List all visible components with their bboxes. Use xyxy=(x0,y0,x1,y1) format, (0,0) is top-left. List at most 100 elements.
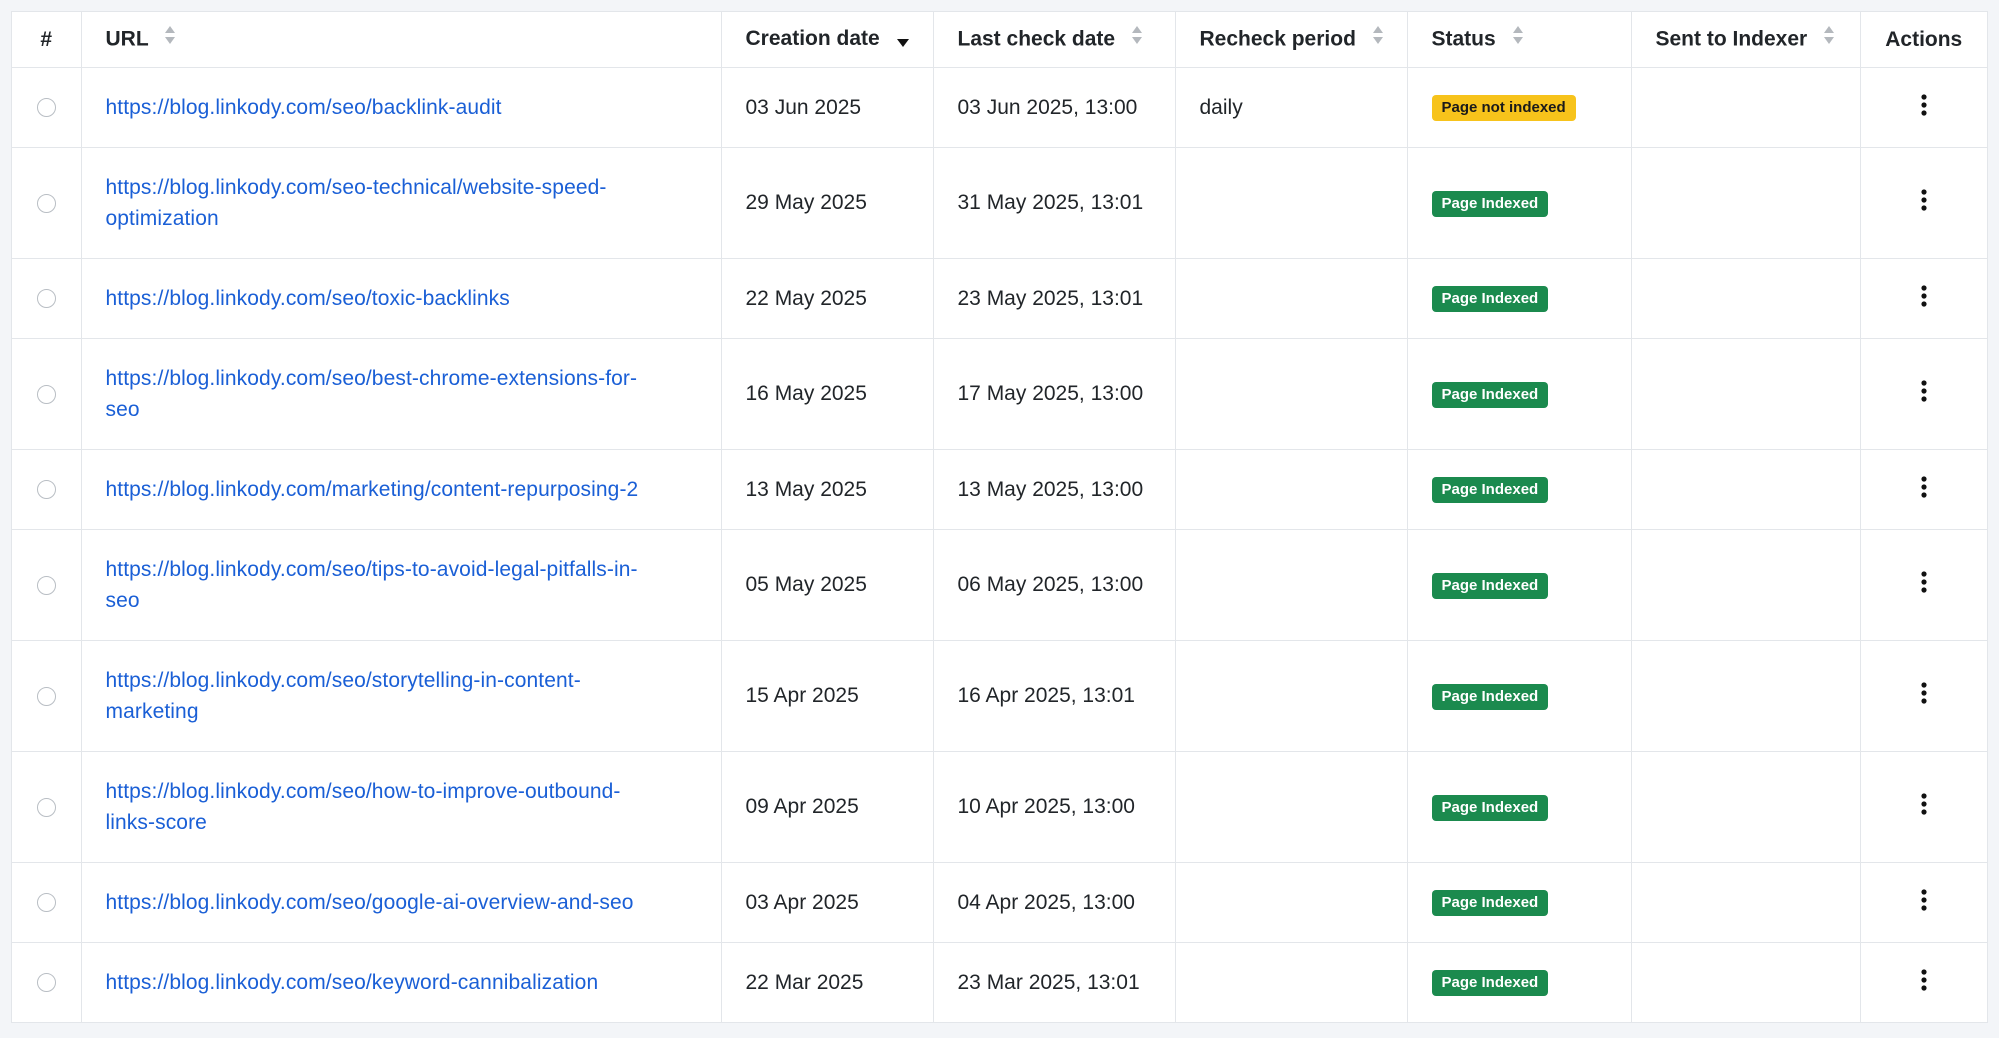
last-check-date-cell: 31 May 2025, 13:01 xyxy=(933,147,1176,259)
url-link[interactable]: https://blog.linkody.com/seo/keyword-can… xyxy=(106,967,721,998)
recheck-period-cell xyxy=(1175,942,1408,1022)
status-cell: Page Indexed xyxy=(1407,258,1632,339)
sort-both-icon[interactable] xyxy=(1372,25,1384,51)
url-link[interactable]: https://blog.linkody.com/seo-technical/w… xyxy=(106,172,721,234)
more-actions-icon[interactable] xyxy=(1920,571,1928,599)
row-select-radio[interactable] xyxy=(36,98,56,118)
last-check-date-cell: 13 May 2025, 13:00 xyxy=(933,449,1176,530)
more-actions-icon[interactable] xyxy=(1920,682,1928,710)
url-cell: https://blog.linkody.com/seo/backlink-au… xyxy=(81,67,722,148)
row-select-radio[interactable] xyxy=(36,575,56,595)
more-actions-icon[interactable] xyxy=(1920,888,1928,917)
sent-to-indexer-cell xyxy=(1631,640,1861,752)
url-link[interactable]: https://blog.linkody.com/seo/how-to-impr… xyxy=(106,776,721,838)
url-link-line: https://blog.linkody.com/seo/google-ai-o… xyxy=(105,891,634,914)
url-link[interactable]: https://blog.linkody.com/seo/backlink-au… xyxy=(106,92,721,123)
sort-both-icon[interactable] xyxy=(1823,25,1835,51)
more-actions-icon[interactable] xyxy=(1920,793,1928,821)
url-link-line: https://blog.linkody.com/seo/toxic-backl… xyxy=(105,287,510,310)
table-row: https://blog.linkody.com/marketing/conte… xyxy=(12,449,1987,530)
url-link-line: marketing xyxy=(105,700,199,723)
recheck-period-cell xyxy=(1175,449,1408,530)
row-select-radio[interactable] xyxy=(36,686,56,706)
creation-date-cell: 29 May 2025 xyxy=(721,147,934,259)
url-link[interactable]: https://blog.linkody.com/seo/tips-to-avo… xyxy=(106,554,721,616)
url-link[interactable]: https://blog.linkody.com/seo/toxic-backl… xyxy=(106,283,721,314)
last-check-date-cell: 04 Apr 2025, 13:00 xyxy=(933,862,1176,943)
row-select-radio[interactable] xyxy=(36,973,56,993)
more-actions-icon[interactable] xyxy=(1920,93,1928,122)
more-actions-icon[interactable] xyxy=(1920,475,1928,504)
last-check-date-cell: 10 Apr 2025, 13:00 xyxy=(933,751,1176,863)
table-row: https://blog.linkody.com/seo/keyword-can… xyxy=(12,942,1987,1022)
column-header-recheck-period-label: Recheck period xyxy=(1199,27,1356,51)
sent-to-indexer-cell xyxy=(1631,449,1861,530)
column-header-last-check-date[interactable]: Last check date xyxy=(933,12,1176,68)
more-actions-icon[interactable] xyxy=(1920,968,1928,997)
url-cell: https://blog.linkody.com/seo/best-chrome… xyxy=(81,338,722,450)
column-header-sent-to-indexer[interactable]: Sent to Indexer xyxy=(1631,12,1861,68)
column-header-status-label: Status xyxy=(1431,27,1496,51)
url-cell: https://blog.linkody.com/seo/how-to-impr… xyxy=(81,751,722,863)
sort-descending-icon[interactable] xyxy=(896,30,910,54)
url-link-line: https://blog.linkody.com/seo-technical/w… xyxy=(105,176,607,199)
url-cell: https://blog.linkody.com/marketing/conte… xyxy=(81,449,722,530)
table-row: https://blog.linkody.com/seo/google-ai-o… xyxy=(12,862,1987,943)
row-select-radio[interactable] xyxy=(36,893,56,913)
sort-both-icon[interactable] xyxy=(164,25,176,51)
url-link-line: https://blog.linkody.com/marketing/conte… xyxy=(105,478,639,501)
actions-cell xyxy=(1860,529,1987,641)
column-header-creation-date[interactable]: Creation date xyxy=(721,12,934,68)
table-header-row: # URL Creation date Last check date Rech… xyxy=(12,12,1987,68)
column-header-recheck-period[interactable]: Recheck period xyxy=(1175,12,1408,68)
row-select-cell xyxy=(12,338,82,450)
row-select-cell xyxy=(12,942,82,1022)
actions-cell xyxy=(1860,338,1987,450)
row-select-radio[interactable] xyxy=(36,480,56,500)
recheck-period-cell xyxy=(1175,862,1408,943)
status-cell: Page Indexed xyxy=(1407,338,1632,450)
url-link[interactable]: https://blog.linkody.com/seo/google-ai-o… xyxy=(106,887,721,918)
row-select-radio[interactable] xyxy=(36,193,56,213)
last-check-date-cell: 03 Jun 2025, 13:00 xyxy=(933,67,1176,148)
column-header-actions: Actions xyxy=(1860,12,1987,68)
status-cell: Page not indexed xyxy=(1407,67,1632,148)
sort-both-icon[interactable] xyxy=(1131,25,1143,51)
actions-cell xyxy=(1860,751,1987,863)
creation-date-cell: 15 Apr 2025 xyxy=(721,640,934,752)
last-check-date-cell: 06 May 2025, 13:00 xyxy=(933,529,1176,641)
url-link-line: seo xyxy=(105,589,140,612)
status-badge: Page Indexed xyxy=(1431,572,1549,599)
creation-date-cell: 22 Mar 2025 xyxy=(721,942,934,1022)
row-select-cell xyxy=(12,258,82,339)
more-actions-icon[interactable] xyxy=(1920,189,1928,217)
row-select-radio[interactable] xyxy=(36,384,56,404)
last-check-date-cell: 16 Apr 2025, 13:01 xyxy=(933,640,1176,752)
recheck-period-cell xyxy=(1175,751,1408,863)
column-header-status[interactable]: Status xyxy=(1407,12,1632,68)
url-link[interactable]: https://blog.linkody.com/seo/best-chrome… xyxy=(106,363,721,425)
column-header-creation-date-label: Creation date xyxy=(745,27,880,51)
recheck-period-cell xyxy=(1175,147,1408,259)
column-header-sent-to-indexer-label: Sent to Indexer xyxy=(1655,27,1808,51)
more-actions-icon[interactable] xyxy=(1920,284,1928,313)
row-select-radio[interactable] xyxy=(36,797,56,817)
row-select-cell xyxy=(12,67,82,148)
row-select-radio[interactable] xyxy=(36,289,56,309)
table-row: https://blog.linkody.com/seo-technical/w… xyxy=(12,147,1987,259)
status-badge: Page not indexed xyxy=(1431,95,1576,121)
sort-both-icon[interactable] xyxy=(1512,25,1524,51)
more-actions-icon[interactable] xyxy=(1920,380,1928,408)
status-cell: Page Indexed xyxy=(1407,449,1632,530)
creation-date-cell: 03 Jun 2025 xyxy=(721,67,934,148)
last-check-date-cell: 23 Mar 2025, 13:01 xyxy=(933,942,1176,1022)
url-link[interactable]: https://blog.linkody.com/seo/storytellin… xyxy=(106,665,721,727)
column-header-url-label: URL xyxy=(105,27,149,51)
row-select-cell xyxy=(12,640,82,752)
url-link[interactable]: https://blog.linkody.com/marketing/conte… xyxy=(106,474,721,505)
row-select-cell xyxy=(12,529,82,641)
sent-to-indexer-cell xyxy=(1631,147,1861,259)
recheck-period-cell xyxy=(1175,529,1408,641)
column-header-url[interactable]: URL xyxy=(81,12,722,68)
creation-date-cell: 22 May 2025 xyxy=(721,258,934,339)
